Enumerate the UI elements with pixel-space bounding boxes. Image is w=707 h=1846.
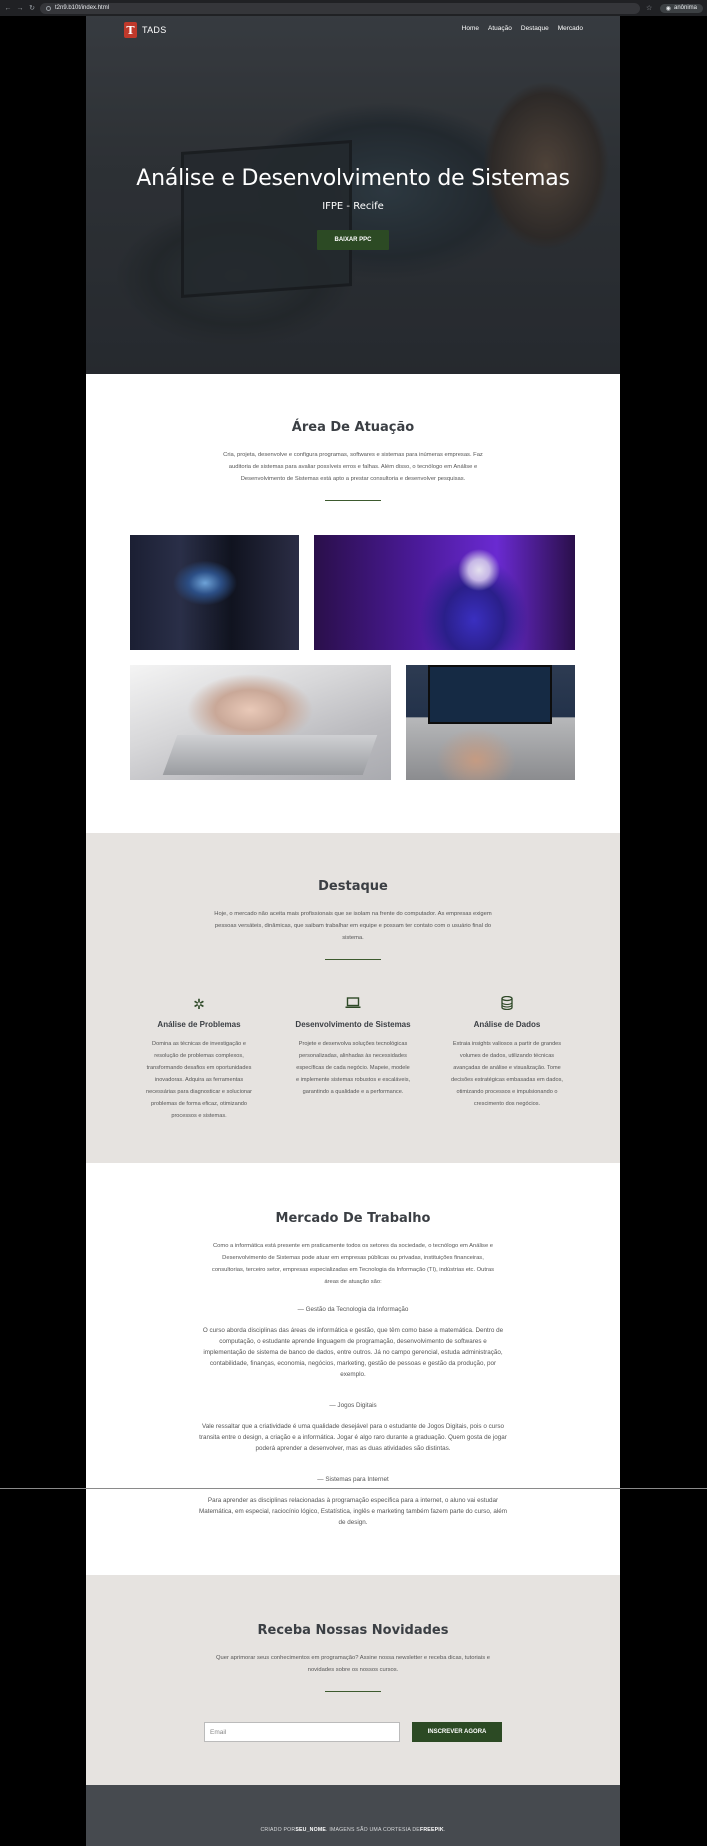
brand-name: TADS: [142, 25, 167, 35]
vr-headset-image: [314, 535, 575, 650]
newsletter-form: Email INSCREVER AGORA: [86, 1722, 620, 1742]
destaque-section: Destaque Hoje, o mercado não aceita mais…: [86, 833, 620, 1163]
feature-text: Extraia insights valiosos a partir de gr…: [451, 1041, 563, 1107]
nav-atuacao[interactable]: Atuação: [488, 25, 512, 32]
feature-title: Análise de Problemas: [157, 1020, 241, 1029]
area-heading: — Jogos Digitais: [329, 1402, 377, 1409]
mercado-section: Mercado De Trabalho Como a informática e…: [86, 1163, 620, 1575]
site-info-icon[interactable]: [46, 5, 51, 11]
area-heading: — Gestão da Tecnologia da Informação: [297, 1306, 409, 1313]
download-ppc-button[interactable]: BAIXAR PPC: [317, 230, 389, 250]
logo: T: [124, 22, 137, 38]
feature-title: Desenvolvimento de Sistemas: [295, 1020, 411, 1029]
footer-suffix: .: [443, 1827, 446, 1833]
screenshot-seam: [0, 1488, 707, 1489]
footer-author: SEU_NOME: [295, 1827, 327, 1833]
atuacao-title: Área De Atuação: [291, 420, 415, 435]
atuacao-text: Cria, projeta, desenvolve e configura pr…: [223, 452, 483, 482]
area-text: O curso aborda disciplinas das áreas de …: [202, 1327, 504, 1378]
subscribe-button[interactable]: INSCREVER AGORA: [412, 1722, 502, 1742]
destaque-text: Hoje, o mercado não aceita mais profissi…: [214, 911, 492, 941]
divider: [325, 959, 381, 960]
email-field[interactable]: Email: [204, 1722, 400, 1742]
area-heading: — Sistemas para Internet: [317, 1476, 389, 1483]
footer: CRIADO POR SEU_NOME. IMAGENS SÃO UMA COR…: [86, 1785, 620, 1846]
hero-subtitle: IFPE - Recife: [322, 201, 384, 212]
gear-icon: ✲: [193, 996, 205, 1012]
back-icon[interactable]: ←: [4, 5, 12, 12]
profile-label: anônima: [673, 5, 697, 11]
feature-card: Desenvolvimento de Sistemas Projete e de…: [283, 996, 423, 1122]
divider: [325, 1691, 381, 1692]
nav-destaque[interactable]: Destaque: [521, 25, 549, 32]
main-nav: Home Atuação Destaque Mercado: [462, 25, 583, 32]
mercado-title: Mercado De Trabalho: [275, 1211, 431, 1226]
feature-card: ✲ Análise de Problemas Domina as técnica…: [129, 996, 269, 1122]
area-text: Para aprender as disciplinas relacionada…: [199, 1497, 507, 1526]
footer-prefix: CRIADO POR: [260, 1827, 296, 1833]
features: ✲ Análise de Problemas Domina as técnica…: [86, 995, 620, 1122]
laptop-icon: [283, 996, 423, 1012]
url-text: t2n9.b10t/index.html: [55, 5, 110, 11]
reload-icon[interactable]: ↻: [28, 4, 36, 12]
newsletter-title: Receba Nossas Novidades: [257, 1623, 449, 1638]
address-bar[interactable]: t2n9.b10t/index.html: [40, 2, 640, 14]
newsletter-section: Receba Nossas Novidades Quer aprimorar s…: [86, 1575, 620, 1785]
laptop-code-image: [406, 665, 575, 780]
feature-text: Domina as técnicas de investigação e res…: [145, 1041, 253, 1119]
area-text: Vale ressaltar que a criatividade é uma …: [199, 1423, 507, 1452]
incognito-icon: ◉: [665, 5, 671, 12]
destaque-title: Destaque: [318, 879, 388, 894]
atuacao-section: Área De Atuação Cria, projeta, desenvolv…: [86, 374, 620, 833]
cloud-server-image: [130, 535, 299, 650]
hero-content: Análise e Desenvolvimento de Sistemas IF…: [86, 166, 620, 250]
newsletter-text: Quer aprimorar seus conhecimentos em pro…: [216, 1655, 490, 1673]
feature-text: Projete e desenvolva soluções tecnológic…: [295, 1041, 411, 1095]
hero-title: Análise e Desenvolvimento de Sistemas: [136, 166, 570, 191]
profile-button[interactable]: ◉ anônima: [659, 3, 703, 13]
brand[interactable]: T TADS: [124, 22, 167, 38]
divider: [325, 500, 381, 501]
feature-card: Análise de Dados Extraia insights valios…: [437, 995, 577, 1122]
mercado-intro: Como a informática está presente em prat…: [211, 1243, 495, 1285]
bookmark-star-icon[interactable]: ☆: [646, 4, 652, 12]
nav-mercado[interactable]: Mercado: [558, 25, 583, 32]
forward-icon[interactable]: →: [16, 5, 24, 12]
keyboard-network-image: [130, 665, 391, 780]
database-icon: [437, 995, 577, 1012]
feature-title: Análise de Dados: [473, 1020, 541, 1029]
page: T TADS Home Atuação Destaque Mercado Aná…: [86, 16, 620, 1846]
footer-middle: . IMAGENS SÃO UMA CORTESIA DE: [326, 1827, 420, 1833]
hero: T TADS Home Atuação Destaque Mercado Aná…: [86, 16, 620, 374]
nav-home[interactable]: Home: [462, 25, 479, 32]
footer-source-link[interactable]: FREEPIK: [420, 1827, 444, 1833]
browser-toolbar: ← → ↻ t2n9.b10t/index.html ☆ ◉ anônima: [0, 0, 707, 16]
